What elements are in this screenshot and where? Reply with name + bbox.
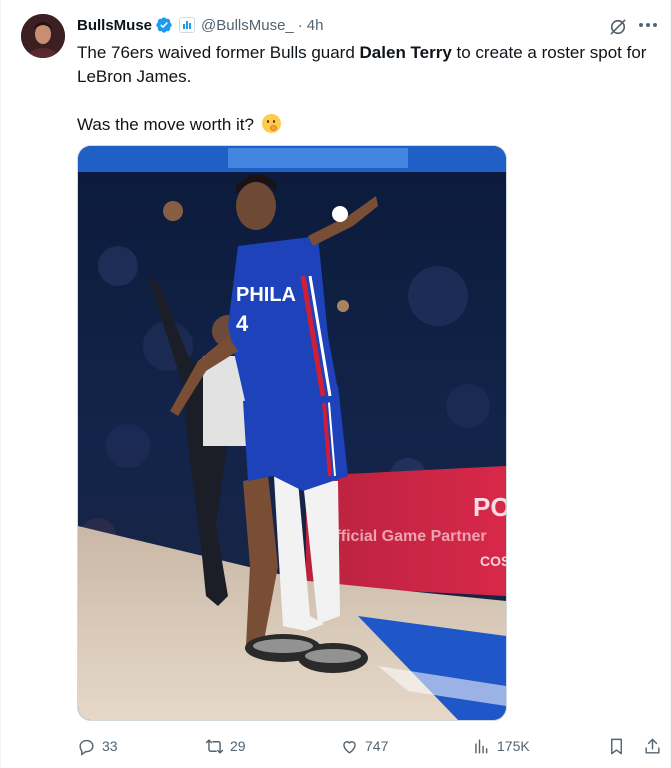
author-handle[interactable]: @BullsMuse_ [201,17,294,34]
tweet-question: Was the move worth it? [77,113,657,137]
verified-badge-icon [155,16,173,34]
tweet-header: BullsMuse @BullsMuse_ · 4h [77,14,323,36]
more-icon[interactable] [635,14,661,36]
tweet-text: The 76ers waived former Bulls guard Dale… [77,41,657,137]
tweet-card[interactable]: BullsMuse @BullsMuse_ · 4h The 76ers wai… [0,0,671,768]
retweet-count: 29 [230,738,246,754]
share-icon [645,738,660,754]
reply-button[interactable]: 33 [77,734,118,758]
jersey-number: 4 [236,311,249,336]
ad-board-short: PO [473,492,506,522]
tweet-text-highlight: Dalen Terry [359,43,452,62]
bookmark-button[interactable] [607,734,626,758]
reply-icon [79,739,94,756]
reply-count: 33 [102,738,118,754]
tweet-actions-bar: 33 29 747 175K [77,734,667,758]
avatar-image [21,14,65,58]
ad-board-text: Official Game Partner [323,528,487,545]
views-icon [475,738,488,754]
photo-basketball-player: Official Game Partner PO COS PHILA [78,146,506,720]
retweet-button[interactable]: 29 [205,734,246,758]
jersey-text: PHILA [236,284,296,306]
views-button[interactable]: 175K [472,734,530,758]
tweet-body: The 76ers waived former Bulls guard Dale… [77,41,657,89]
views-count: 175K [497,738,530,754]
like-icon [343,740,356,754]
tweet-text-part1: The 76ers waived former Bulls guard [77,43,360,62]
like-count: 747 [365,738,389,754]
tweet-question-text: Was the move worth it? [77,115,254,134]
share-button[interactable] [643,734,662,758]
author-display-name[interactable]: BullsMuse [77,17,152,34]
grok-icon[interactable] [607,16,629,38]
bookmark-icon [611,738,622,754]
avatar[interactable] [21,14,65,58]
like-button[interactable]: 747 [340,734,388,758]
tweet-photo[interactable]: Official Game Partner PO COS PHILA [77,145,507,721]
separator-dot: · [297,16,303,34]
tweet-timestamp[interactable]: 4h [307,17,324,34]
affiliate-badge-icon[interactable] [179,17,196,33]
thinking-face-emoji [261,114,281,133]
retweet-icon [205,738,224,754]
ad-board-short2: COS [480,553,506,569]
